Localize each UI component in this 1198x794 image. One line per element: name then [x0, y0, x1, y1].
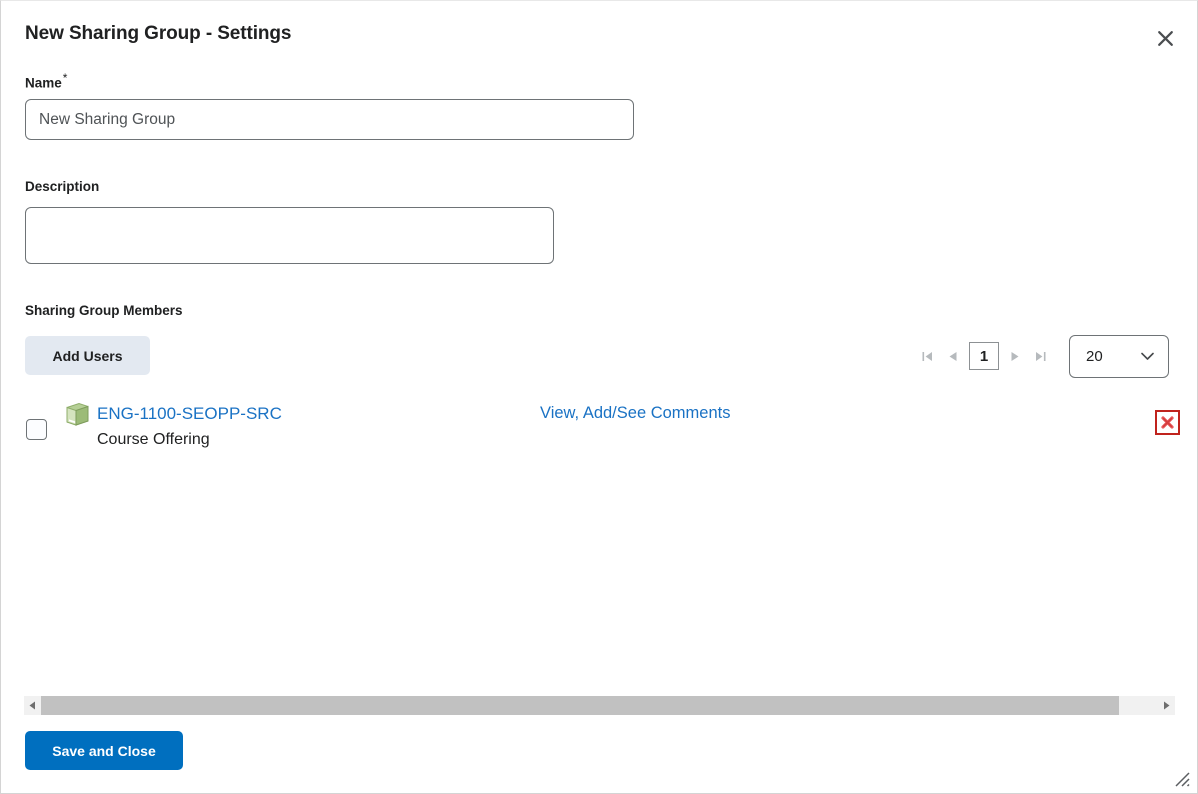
chevron-down-glyph — [1141, 352, 1154, 360]
member-list-item: ENG-1100-SEOPP-SRC Course Offering View,… — [1, 396, 1197, 458]
member-select-checkbox[interactable] — [26, 419, 47, 440]
scrollbar-thumb[interactable] — [41, 696, 1119, 715]
name-input[interactable] — [25, 99, 634, 140]
horizontal-scrollbar[interactable] — [24, 696, 1175, 715]
last-page-icon[interactable] — [1028, 341, 1053, 371]
delete-x-glyph — [1161, 416, 1174, 429]
first-page-icon[interactable] — [915, 341, 940, 371]
name-field-label: Name* — [25, 71, 67, 91]
scroll-left-icon[interactable] — [24, 696, 41, 715]
add-users-button[interactable]: Add Users — [25, 336, 150, 375]
member-title-link[interactable]: ENG-1100-SEOPP-SRC — [97, 404, 282, 424]
description-textarea[interactable] — [25, 207, 554, 264]
book-glyph — [66, 402, 89, 426]
first-page-glyph — [922, 351, 932, 361]
save-and-close-button[interactable]: Save and Close — [25, 731, 183, 770]
delete-x-icon[interactable] — [1155, 410, 1180, 435]
description-field-label: Description — [25, 179, 100, 194]
name-label-text: Name — [25, 75, 62, 91]
pagination-controls: 1 — [915, 337, 1053, 375]
next-page-icon[interactable] — [1003, 341, 1028, 371]
required-marker: * — [62, 71, 68, 85]
scroll-right-icon[interactable] — [1158, 696, 1175, 715]
close-icon[interactable] — [1150, 23, 1180, 53]
scroll-left-glyph — [29, 701, 35, 710]
member-subtitle: Course Offering — [97, 431, 210, 448]
current-page-number[interactable]: 1 — [969, 342, 999, 370]
page-size-value: 20 — [1086, 348, 1103, 365]
dialog-header: New Sharing Group - Settings — [1, 1, 1197, 67]
course-offering-book-icon — [63, 402, 91, 428]
previous-page-glyph — [949, 351, 957, 361]
previous-page-icon[interactable] — [940, 341, 965, 371]
sharing-group-members-label: Sharing Group Members — [25, 303, 183, 318]
page-title: New Sharing Group - Settings — [25, 23, 292, 44]
scroll-right-glyph — [1164, 701, 1170, 710]
resize-grip-glyph — [1175, 772, 1190, 787]
page-size-select[interactable]: 20 — [1069, 335, 1169, 378]
scrollbar-track[interactable] — [41, 696, 1158, 715]
next-page-glyph — [1011, 351, 1019, 361]
chevron-down-icon — [1141, 348, 1154, 366]
resize-grip-icon[interactable] — [1173, 770, 1191, 788]
close-glyph — [1157, 30, 1173, 46]
view-comments-link[interactable]: View, Add/See Comments — [540, 404, 730, 423]
settings-dialog: New Sharing Group - Settings Name* Descr… — [0, 0, 1198, 794]
last-page-glyph — [1036, 351, 1046, 361]
